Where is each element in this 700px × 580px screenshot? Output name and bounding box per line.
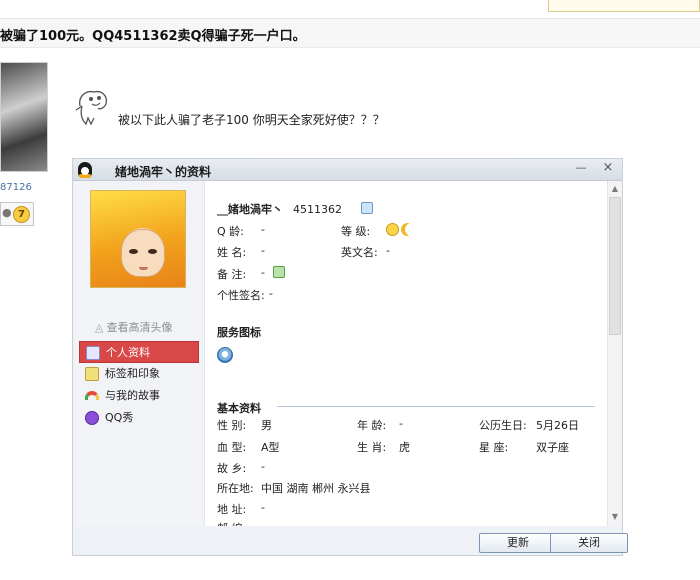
remark-label: 备 注: bbox=[217, 268, 247, 281]
nav-item-stories[interactable]: 与我的故事 bbox=[79, 385, 199, 407]
birthday-value: 5月26日 bbox=[536, 419, 579, 432]
avatar-eye-left bbox=[129, 249, 138, 254]
update-button[interactable]: 更新 bbox=[479, 533, 557, 553]
profile-main: __媎地渦牢丶 4511362 Q 龄: - 等 级: 姓 名: - 英文名: -… bbox=[211, 181, 607, 535]
gender-value: 男 bbox=[261, 419, 272, 432]
service-badge-icon[interactable] bbox=[217, 347, 233, 363]
zodiac-label: 生 肖: bbox=[357, 441, 387, 454]
nav-label: 与我的故事 bbox=[105, 389, 160, 402]
gender-label: 性 别: bbox=[217, 419, 247, 432]
section-divider bbox=[277, 406, 595, 407]
q-age-value: - bbox=[261, 223, 265, 236]
signature-value: - bbox=[269, 287, 273, 300]
minimize-button[interactable]: — bbox=[568, 159, 594, 179]
view-hd-avatar-link[interactable]: ◬ 查看高清头像 bbox=[95, 319, 172, 335]
edit-remark-icon[interactable] bbox=[273, 266, 285, 278]
profile-scrollbar[interactable]: ▲ ▼ bbox=[607, 181, 622, 526]
window-title: 媎地渦牢丶的资料 bbox=[115, 165, 212, 179]
ghost-emoticon-icon bbox=[75, 90, 108, 126]
close-button[interactable]: 关闭 bbox=[550, 533, 628, 553]
hometown-label: 故 乡: bbox=[217, 462, 247, 475]
scroll-thumb[interactable] bbox=[609, 197, 621, 335]
age-value: - bbox=[399, 417, 403, 430]
tag-icon bbox=[85, 367, 99, 381]
name-label: 姓 名: bbox=[217, 246, 247, 259]
avatar-eye-right bbox=[148, 249, 157, 254]
signature-label: 个性签名: bbox=[217, 289, 265, 302]
profile-avatar[interactable] bbox=[90, 190, 186, 288]
blood-type-value: A型 bbox=[261, 441, 280, 454]
scroll-down-icon[interactable]: ▼ bbox=[609, 511, 621, 523]
poster-level-badge: ● 7 bbox=[0, 202, 34, 226]
rainbow-icon bbox=[85, 391, 99, 400]
qqshow-icon bbox=[85, 411, 99, 425]
service-section-heading: 服务图标 bbox=[217, 326, 261, 339]
profile-nav: 个人资料 标签和印象 与我的故事 QQ秀 bbox=[79, 341, 199, 429]
post-title-bar: 被骗了100元。QQ4511362卖Q得骗子死一户口。 bbox=[0, 18, 700, 48]
user-card-icon[interactable] bbox=[361, 202, 373, 214]
location-label: 所在地: bbox=[217, 482, 254, 495]
window-footer: 更新 关闭 bbox=[73, 526, 628, 555]
birthday-label: 公历生日: bbox=[479, 419, 527, 432]
level-label: 等 级: bbox=[341, 225, 371, 238]
qq-profile-window: 媎地渦牢丶的资料 — × ◬ 查看高清头像 个人资料 标签和印象 与我的故事 Q… bbox=[72, 158, 628, 556]
qq-penguin-icon bbox=[78, 162, 92, 178]
sun-level-icon bbox=[386, 223, 399, 236]
name-value: - bbox=[261, 244, 265, 257]
nickname: __媎地渦牢丶 bbox=[217, 203, 283, 216]
level-prefix-icon: ● bbox=[2, 206, 12, 219]
nav-item-personal-info[interactable]: 个人资料 bbox=[79, 341, 199, 363]
scroll-up-icon[interactable]: ▲ bbox=[609, 183, 621, 195]
poster-id[interactable]: 87126 bbox=[0, 182, 32, 193]
location-value: 中国 湖南 郴州 永兴县 bbox=[261, 482, 371, 495]
nav-item-qqshow[interactable]: QQ秀 bbox=[79, 407, 199, 429]
hometown-value: - bbox=[261, 460, 265, 473]
nav-label: QQ秀 bbox=[105, 411, 134, 424]
poster-avatar[interactable] bbox=[0, 62, 48, 172]
top-right-box bbox=[548, 0, 700, 12]
nav-label: 个人资料 bbox=[106, 346, 150, 359]
remark-value: - bbox=[261, 266, 265, 279]
id-card-icon bbox=[86, 346, 100, 360]
constellation-label: 星 座: bbox=[479, 441, 509, 454]
post-title: 被骗了100元。QQ4511362卖Q得骗子死一户口。 bbox=[0, 29, 306, 44]
level-number: 7 bbox=[13, 206, 30, 223]
close-window-button[interactable]: × bbox=[595, 159, 621, 179]
nickname-line: __媎地渦牢丶 4511362 bbox=[217, 201, 342, 217]
blood-type-label: 血 型: bbox=[217, 441, 247, 454]
qq-number: 4511362 bbox=[293, 203, 342, 216]
view-hd-avatar-label: 查看高清头像 bbox=[106, 321, 173, 334]
profile-sidebar: ◬ 查看高清头像 个人资料 标签和印象 与我的故事 QQ秀 bbox=[73, 181, 205, 526]
english-name-label: 英文名: bbox=[341, 246, 378, 259]
basic-section-heading: 基本资料 bbox=[217, 402, 261, 415]
window-titlebar[interactable]: 媎地渦牢丶的资料 — × bbox=[73, 159, 622, 181]
moon-level-icon bbox=[401, 223, 414, 236]
nav-label: 标签和印象 bbox=[105, 367, 160, 380]
address-value: - bbox=[261, 501, 265, 514]
nav-item-tags[interactable]: 标签和印象 bbox=[79, 363, 199, 385]
zodiac-value: 虎 bbox=[399, 441, 410, 454]
english-name-value: - bbox=[386, 244, 390, 257]
address-label: 地 址: bbox=[217, 503, 247, 516]
q-age-label: Q 龄: bbox=[217, 225, 244, 238]
hd-avatar-icon: ◬ bbox=[95, 321, 104, 334]
constellation-value: 双子座 bbox=[536, 441, 569, 454]
age-label: 年 龄: bbox=[357, 419, 387, 432]
page: 被骗了100元。QQ4511362卖Q得骗子死一户口。 87126 ● 7 被以… bbox=[0, 0, 700, 580]
post-body: 被以下此人骗了老子100 你明天全家死好使？？？ bbox=[118, 113, 385, 127]
window-content: ◬ 查看高清头像 个人资料 标签和印象 与我的故事 QQ秀 __媎地渦牢丶 45… bbox=[73, 181, 622, 535]
